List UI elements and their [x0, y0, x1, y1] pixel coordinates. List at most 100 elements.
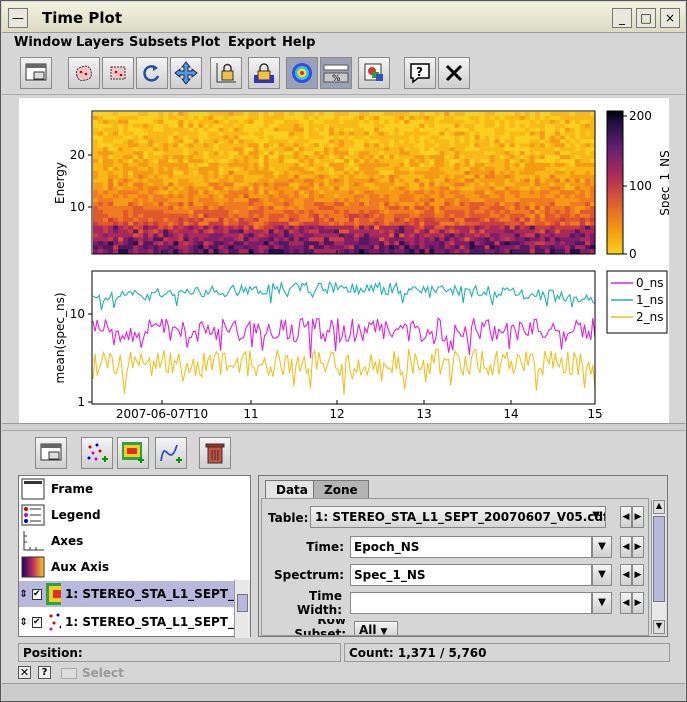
heat-cell: [108, 217, 114, 223]
layer-item-scatter[interactable]: ⇕ ✔ 1: STEREO_STA_L1_SEPT_: [19, 609, 234, 635]
scroll-down-button[interactable]: ▼: [653, 620, 665, 634]
delete-layer-button[interactable]: [199, 437, 231, 469]
heat-cell: [409, 147, 415, 152]
menu-plot[interactable]: Plot: [191, 35, 220, 50]
heat-cell: [479, 112, 486, 117]
minimize-button[interactable]: _: [612, 8, 632, 28]
heat-cell: [334, 194, 340, 199]
close-button[interactable]: [438, 57, 470, 89]
heat-cell: [585, 249, 591, 254]
heat-cell: [504, 249, 511, 254]
zone-settings-button[interactable]: %: [320, 57, 352, 89]
layer-window-button[interactable]: [35, 437, 67, 469]
time-prev-button[interactable]: ◀: [620, 536, 632, 558]
navigation-button[interactable]: [170, 57, 202, 89]
draw-subset-button[interactable]: [68, 57, 100, 89]
window-menu-button[interactable]: —: [8, 8, 28, 28]
control-window-button[interactable]: [20, 57, 52, 89]
help-small-icon[interactable]: ?: [38, 666, 51, 679]
time-dropdown[interactable]: ▼: [592, 536, 612, 558]
cancel-icon[interactable]: ✕: [18, 666, 31, 679]
heat-cell: [123, 241, 129, 246]
heat-cell: [323, 237, 330, 242]
rescale-button[interactable]: [136, 57, 168, 89]
menu-export[interactable]: Export: [228, 35, 276, 50]
config-scrollbar[interactable]: ▲ ▼: [651, 500, 666, 634]
time-next-button[interactable]: ▶: [632, 536, 644, 558]
next-table-button[interactable]: ▶: [632, 506, 644, 528]
aux-lock-button[interactable]: [248, 57, 280, 89]
layer-aux-axis[interactable]: Aux Axis: [21, 555, 109, 579]
tab-data[interactable]: Data: [265, 480, 319, 499]
drag-handle-icon[interactable]: ⇕: [19, 617, 28, 628]
export-image-button[interactable]: [358, 57, 390, 89]
help-button[interactable]: ?: [404, 57, 436, 89]
heat-cell: [228, 115, 235, 121]
layer-checkbox[interactable]: ✔: [32, 588, 42, 600]
plot-area[interactable]: 200 100 0 Spec_1_NS Energy 20 10 mean(spec_…: [19, 98, 672, 423]
scroll-up-button[interactable]: ▲: [653, 500, 665, 514]
add-spectrogram-layer-button[interactable]: [117, 437, 149, 469]
heat-cell: [334, 186, 340, 191]
heat-cell: [409, 186, 415, 191]
scroll-thumb[interactable]: [237, 594, 248, 612]
close-window-button[interactable]: ×: [660, 8, 680, 28]
layer-frame[interactable]: Frame: [21, 477, 93, 501]
heat-cell: [494, 186, 501, 191]
layer-axes[interactable]: Axes: [21, 529, 83, 553]
heat-cell: [424, 139, 430, 144]
heat-cell: [474, 217, 481, 223]
spectrum-next-button[interactable]: ▶: [632, 564, 644, 586]
density-button[interactable]: [286, 57, 318, 89]
prev-table-button[interactable]: ◀: [620, 506, 632, 528]
heat-cell: [128, 206, 134, 211]
menu-help[interactable]: Help: [282, 35, 315, 50]
drag-handle-icon[interactable]: ⇕: [19, 589, 28, 600]
menu-window[interactable]: Window: [14, 35, 72, 50]
box-subset-button[interactable]: [102, 57, 134, 89]
menu-subsets[interactable]: Subsets: [129, 35, 187, 50]
split-divider[interactable]: [2, 423, 685, 431]
heat-cell: [394, 178, 400, 184]
scroll-thumb[interactable]: [653, 516, 665, 602]
heat-cell: [439, 190, 445, 195]
spectrum-prev-button[interactable]: ◀: [620, 564, 632, 586]
add-scatter-layer-button[interactable]: [81, 437, 113, 469]
layer-scrollbar[interactable]: [234, 580, 250, 638]
heat-cell: [213, 233, 220, 238]
heat-cell: [384, 170, 390, 176]
layer-checkbox[interactable]: ✔: [32, 616, 42, 628]
heat-cell: [108, 135, 114, 140]
layer-item-spectrogram[interactable]: ⇕ ✔ 1: STEREO_STA_L1_SEPT_: [19, 581, 234, 607]
heat-cell: [253, 155, 260, 160]
heat-cell: [504, 170, 511, 176]
time-width-dropdown[interactable]: ▼: [592, 592, 612, 614]
heat-cell: [339, 217, 345, 223]
heat-cell: [308, 166, 315, 172]
scatter-icon: [49, 613, 61, 631]
time-field[interactable]: Epoch_NS: [350, 536, 592, 558]
spectrum-dropdown[interactable]: ▼: [592, 564, 612, 586]
add-function-layer-button[interactable]: [155, 437, 187, 469]
heat-cell: [444, 143, 450, 148]
table-selector[interactable]: 1: STEREO_STA_L1_SEPT_20070607_V05.cdf ▼: [310, 506, 606, 528]
width-prev-button[interactable]: ◀: [620, 592, 632, 614]
axis-lock-button[interactable]: [210, 57, 242, 89]
width-next-button[interactable]: ▶: [632, 592, 644, 614]
heat-cell: [399, 194, 405, 199]
spectrum-field[interactable]: Spec_1_NS: [350, 564, 592, 586]
row-subset-selector[interactable]: All ▼: [354, 621, 398, 635]
time-width-field[interactable]: [350, 592, 592, 614]
heat-cell: [293, 131, 300, 137]
layer-legend[interactable]: Legend: [21, 503, 101, 527]
select-button[interactable]: Select: [61, 665, 124, 681]
tab-zone[interactable]: Zone: [313, 480, 369, 499]
heat-cell: [218, 233, 225, 238]
heat-cell: [133, 127, 139, 133]
heat-cell: [138, 119, 144, 125]
time-plot-svg[interactable]: 2001000 Spec_1_NS Energy 2010 mean(spec_…: [19, 98, 672, 423]
heat-cell: [118, 213, 124, 219]
maximize-button[interactable]: □: [636, 8, 656, 28]
heat-cell: [118, 170, 124, 176]
menu-layers[interactable]: Layers: [76, 35, 124, 50]
